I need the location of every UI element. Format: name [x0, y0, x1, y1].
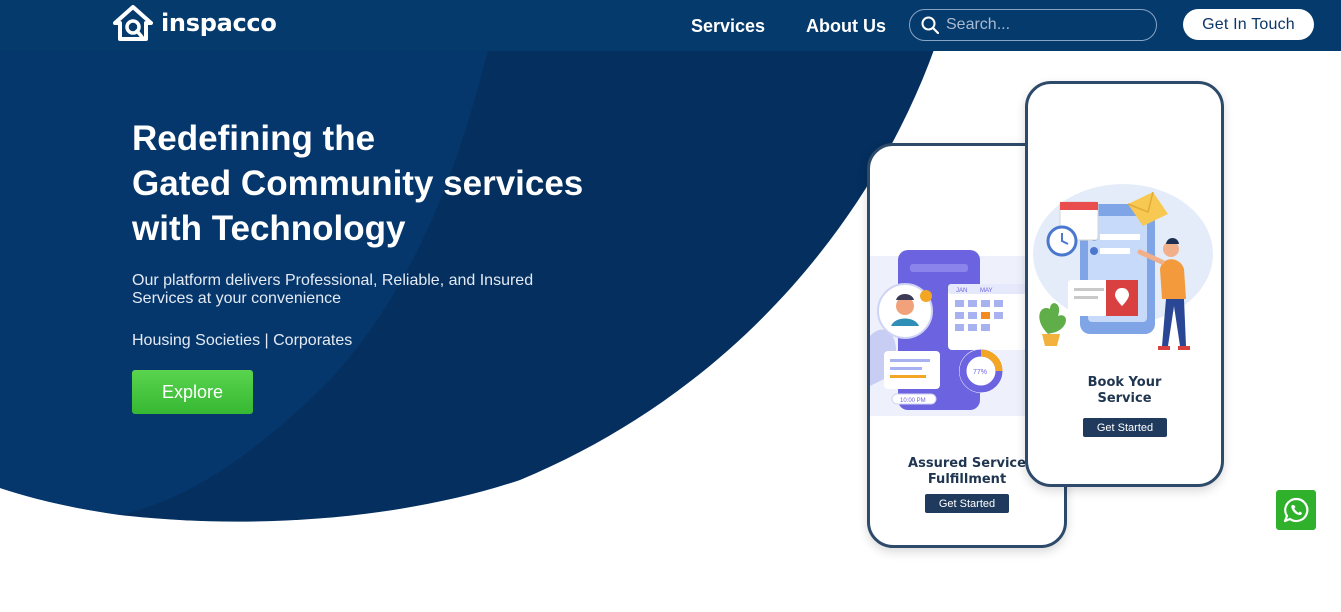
search-input[interactable] — [946, 16, 1136, 34]
search-icon — [921, 16, 939, 34]
navbar: inspacco Services About Us Get In Touch — [0, 0, 1341, 51]
get-in-touch-button[interactable]: Get In Touch — [1183, 9, 1314, 40]
hero-title-line: Redefining the — [132, 119, 376, 158]
phone-caption-line: Service — [1097, 391, 1152, 406]
whatsapp-button[interactable] — [1276, 490, 1316, 530]
hero-subtitle-line: Our platform delivers Professional, Reli… — [132, 272, 534, 289]
calendar-tab-label: MAY — [980, 288, 993, 294]
hero-title-line: Gated Community services — [132, 164, 584, 203]
nav-link-about-us[interactable]: About Us — [806, 16, 886, 37]
get-started-button[interactable]: Get Started — [925, 494, 1009, 513]
time-label: 10:00 PM — [900, 398, 926, 404]
hero-segments: Housing Societies | Corporates — [132, 332, 353, 349]
hero-subtitle-line: Services at your convenience — [132, 290, 341, 307]
calendar-tab-label: JAN — [956, 288, 967, 294]
progress-badge-label: 77% — [973, 369, 987, 376]
phone-caption-line: Book Your — [1087, 375, 1162, 390]
hero-title-line: with Technology — [132, 209, 406, 248]
phone-caption: Book Your Service — [1028, 375, 1221, 407]
explore-button[interactable]: Explore — [132, 370, 253, 414]
nav-link-services[interactable]: Services — [691, 16, 765, 37]
search-box[interactable] — [909, 9, 1157, 41]
phone-mockup-booking: Book Your Service Get Started — [1025, 81, 1224, 487]
hero-title: Redefining the Gated Community services … — [132, 116, 583, 251]
get-started-button[interactable]: Get Started — [1083, 418, 1167, 437]
whatsapp-icon — [1283, 497, 1309, 523]
book-service-illustration — [1033, 184, 1213, 350]
brand-name: inspacco — [161, 9, 277, 37]
home-logo-icon — [113, 5, 153, 41]
hero-subtitle: Our platform delivers Professional, Reli… — [132, 272, 592, 308]
brand-logo[interactable]: inspacco — [113, 5, 277, 41]
